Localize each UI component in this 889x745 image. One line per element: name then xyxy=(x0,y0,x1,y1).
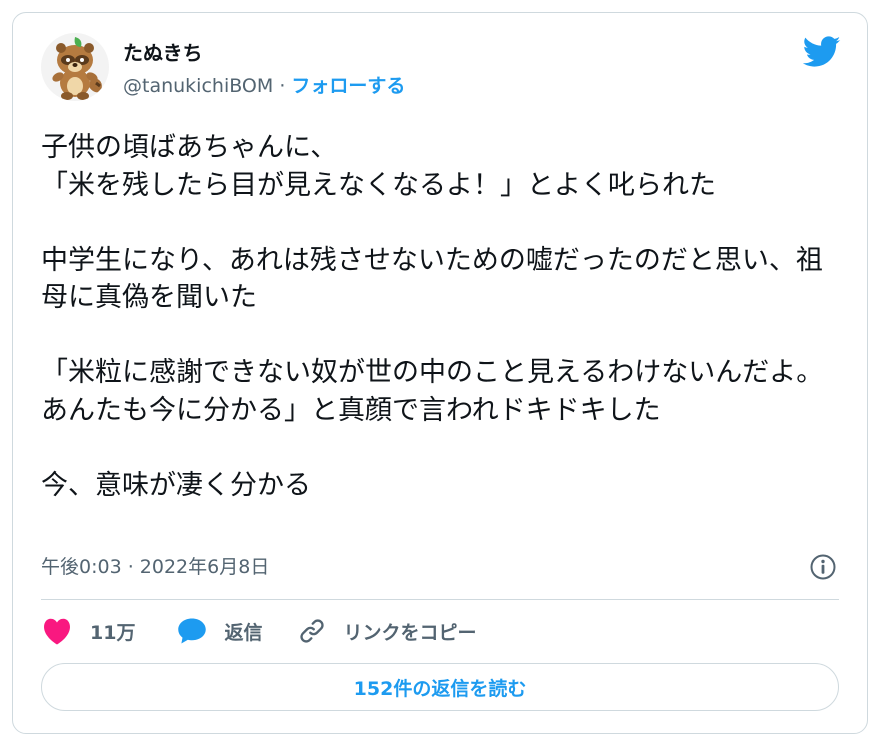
tweet-actions: 11万 返信 リンクをコピー xyxy=(41,613,476,649)
author-handle-row: @tanukichiBOM · フォローする xyxy=(123,73,405,99)
author-display-name[interactable]: たぬきち xyxy=(123,40,203,66)
copy-link-label: リンクをコピー xyxy=(343,621,477,644)
speech-bubble-icon xyxy=(178,618,207,644)
info-icon[interactable] xyxy=(809,553,837,581)
like-count: 11万 xyxy=(90,621,136,644)
reply-button[interactable]: 返信 xyxy=(177,617,262,645)
copy-link-button[interactable]: リンクをコピー xyxy=(298,617,476,645)
heart-icon xyxy=(44,618,70,645)
twitter-bird-icon[interactable] xyxy=(803,36,841,68)
reply-label: 返信 xyxy=(224,621,263,644)
divider xyxy=(41,599,839,600)
read-replies-button[interactable]: 152件の返信を読む xyxy=(41,663,839,711)
like-button[interactable]: 11万 xyxy=(41,617,135,645)
tweet-timestamp[interactable]: 午後0:03 · 2022年6月8日 xyxy=(41,554,269,580)
follow-button[interactable]: フォローする xyxy=(291,75,405,97)
tweet-card: たぬきち @tanukichiBOM · フォローする 子供の頃ばあちゃんに、 … xyxy=(12,12,868,734)
tweet-text: 子供の頃ばあちゃんに、 「米を残したら目が見えなくなるよ！」とよく叱られた 中学… xyxy=(41,132,824,501)
author-handle[interactable]: @tanukichiBOM xyxy=(123,75,273,97)
tanuki-avatar-icon[interactable] xyxy=(41,33,109,101)
separator-dot: · xyxy=(273,75,292,97)
link-icon xyxy=(300,619,325,643)
